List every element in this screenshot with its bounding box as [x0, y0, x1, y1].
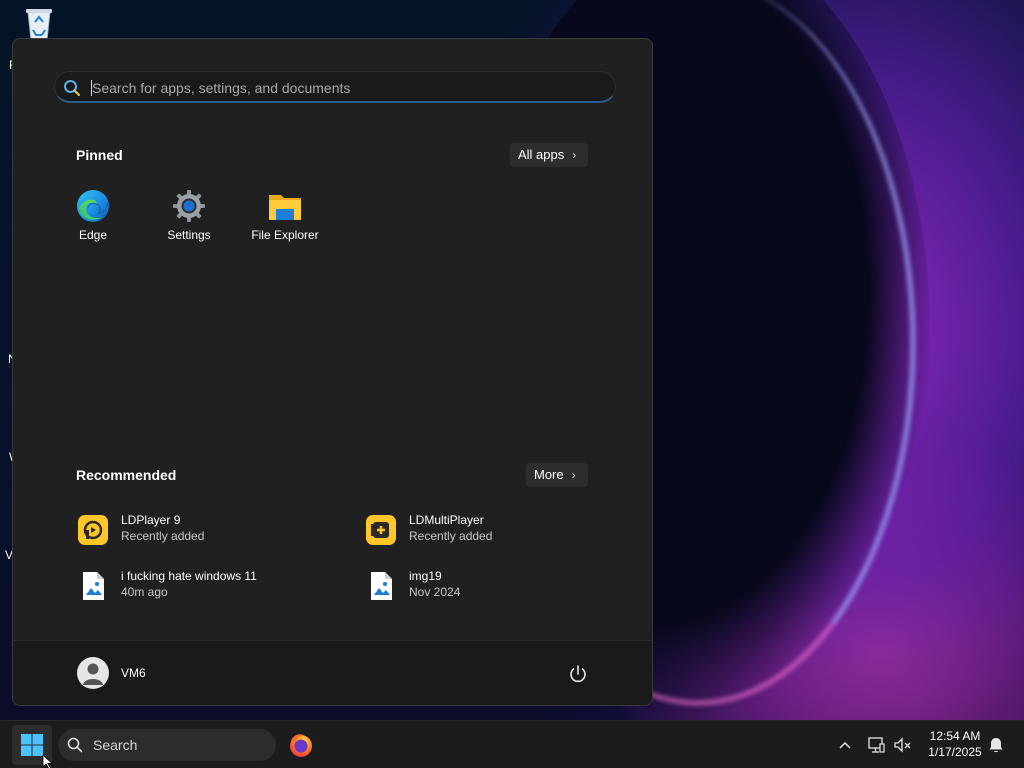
- chevron-right-icon: ›: [572, 148, 577, 162]
- taskbar: Search 12:54 AM 1/17/2025: [0, 720, 1024, 768]
- user-icon: [83, 663, 103, 685]
- volume-muted-icon[interactable]: [892, 735, 912, 755]
- user-name[interactable]: VM6: [121, 666, 146, 680]
- firefox-icon[interactable]: [285, 729, 317, 761]
- recycle-bin-icon[interactable]: [20, 6, 58, 42]
- image-file-icon: [371, 572, 392, 600]
- start-search-input[interactable]: Search for apps, settings, and documents: [54, 71, 616, 103]
- user-avatar[interactable]: [77, 657, 109, 689]
- clock-date: 1/17/2025: [928, 745, 982, 759]
- start-menu: Search for apps, settings, and documents…: [12, 38, 653, 706]
- clock-time: 12:54 AM: [929, 729, 981, 743]
- recommended-item-file[interactable]: i fucking hate windows 11 40m ago: [77, 567, 337, 607]
- network-icon[interactable]: [866, 735, 886, 755]
- recommended-item-sub: Nov 2024: [409, 585, 461, 599]
- chevron-up-icon[interactable]: [835, 735, 855, 755]
- recommended-item-name: img19: [409, 569, 442, 583]
- pinned-app-settings[interactable]: Settings: [141, 189, 237, 253]
- start-menu-footer: VM6: [13, 640, 652, 705]
- more-label: More: [534, 467, 564, 482]
- all-apps-label: All apps: [518, 147, 565, 162]
- ldplayer-icon: [78, 515, 108, 545]
- settings-gear-icon: [173, 190, 205, 222]
- mouse-cursor-icon: [42, 755, 54, 768]
- pinned-app-edge[interactable]: Edge: [45, 189, 141, 253]
- recommended-item-name: LDMultiPlayer: [409, 513, 484, 527]
- power-icon[interactable]: [567, 663, 589, 685]
- edge-icon: [77, 190, 109, 222]
- folder-icon: [269, 195, 301, 220]
- recommended-item-name: i fucking hate windows 11: [121, 569, 257, 583]
- ldmultiplayer-icon: [366, 515, 396, 545]
- recommended-title: Recommended: [76, 467, 177, 483]
- pinned-app-label: Edge: [78, 228, 108, 242]
- notification-bell-icon[interactable]: [986, 735, 1006, 755]
- taskbar-search-label: Search: [93, 737, 138, 753]
- recommended-item-ldplayer[interactable]: LDPlayer 9 Recently added: [77, 511, 337, 551]
- pinned-title: Pinned: [76, 147, 123, 163]
- search-placeholder: Search for apps, settings, and documents: [92, 80, 351, 96]
- recommended-item-name: LDPlayer 9: [121, 513, 181, 527]
- more-button[interactable]: More ›: [526, 463, 588, 487]
- taskbar-search-box[interactable]: Search: [58, 729, 276, 761]
- image-file-icon: [83, 572, 104, 600]
- chevron-right-icon: ›: [571, 468, 576, 482]
- recommended-item-sub: 40m ago: [121, 585, 168, 599]
- pinned-app-file-explorer[interactable]: File Explorer: [237, 189, 333, 253]
- recommended-item-file[interactable]: img19 Nov 2024: [365, 567, 625, 607]
- all-apps-button[interactable]: All apps ›: [510, 143, 589, 167]
- taskbar-clock[interactable]: 12:54 AM 1/17/2025: [918, 728, 992, 760]
- recommended-item-sub: Recently added: [409, 529, 493, 543]
- recommended-item-ldmultiplayer[interactable]: LDMultiPlayer Recently added: [365, 511, 625, 551]
- pinned-app-label: Settings: [167, 228, 211, 242]
- pinned-app-label: File Explorer: [251, 228, 319, 242]
- search-icon: [64, 80, 81, 97]
- search-icon: [67, 737, 83, 753]
- recommended-item-sub: Recently added: [121, 529, 205, 543]
